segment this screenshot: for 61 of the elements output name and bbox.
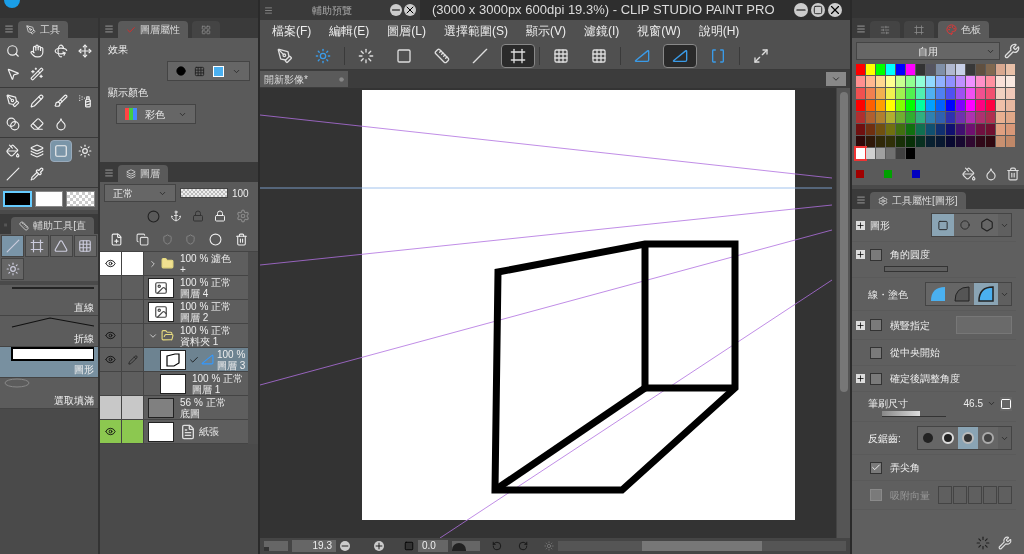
layer-mode-text: 100 % 正常 (180, 276, 232, 288)
panel-tab[interactable]: 輔助工具[直 (11, 217, 94, 234)
menu-item[interactable]: 選擇範圍(S) (444, 22, 508, 40)
property-label: 筆刷尺寸 (868, 397, 908, 411)
property-label: 角的圓度 (890, 248, 930, 262)
property-label: 弄尖角 (890, 461, 920, 475)
menu-item[interactable]: 檔案(F) (272, 22, 312, 40)
menu-item[interactable]: 濾鏡(I) (584, 22, 620, 40)
rotation-field[interactable]: 0.0 (418, 540, 448, 552)
panel-tab[interactable]: 圖層 (118, 165, 168, 182)
layer-name: 圖層 1 (192, 383, 222, 395)
brush-size-value: 46.5 (963, 397, 983, 411)
layer-mode-text: 100 % 正常 (180, 300, 232, 312)
sub-tool-item[interactable]: 直線 (0, 285, 98, 316)
opacity-value: 100 (232, 186, 249, 201)
panel-tab[interactable]: 圖層屬性 (118, 21, 188, 38)
layer-row[interactable]: 紙張 (100, 420, 248, 444)
sub-tool-item[interactable]: 折線 (0, 316, 98, 347)
property-label: 反鋸齒: (868, 431, 901, 446)
section-label: 效果 (108, 43, 129, 57)
menu-item[interactable]: 視窗(W) (637, 22, 681, 40)
panel-title: 輔助預覽 (311, 3, 352, 18)
panel-tab[interactable]: 工具屬性[圖形] (870, 192, 966, 209)
layer-mode-text: 100 % 濾色 (180, 252, 232, 264)
property-label: 圖形 (870, 218, 890, 233)
layer-row[interactable]: 56 % 正常 底圖 (100, 396, 248, 420)
zoom-field[interactable]: 19.3 (292, 540, 336, 552)
layer-row[interactable]: 100 % 正常 圖層 4 (100, 276, 248, 300)
layer-row[interactable]: 100 % 正常 資料夾 1 (100, 324, 248, 348)
layer-name: 圖層 2 (180, 311, 210, 323)
layer-mode-text: 100 % 正常 (180, 324, 232, 336)
layer-name: 資料夾 1 (180, 335, 220, 347)
property-label: 橫豎指定 (890, 318, 930, 333)
menu-item[interactable]: 顯示(V) (526, 22, 566, 40)
display-color-dropdown[interactable]: 彩色 (116, 104, 196, 124)
menu-item[interactable]: 圖層(L) (387, 22, 426, 40)
layer-name: 圖層 3 (217, 359, 246, 371)
property-label: 從中央開始 (890, 346, 940, 360)
layer-row[interactable]: 100 % 正常 圖層 2 (100, 300, 248, 324)
color-set-dropdown[interactable]: 自用 (856, 42, 1000, 60)
layer-name: + (180, 263, 187, 275)
layer-row[interactable]: 100 % 圖層 3 (100, 348, 248, 372)
menu-item[interactable]: 說明(H) (698, 22, 740, 40)
menu-item[interactable]: 編輯(E) (329, 22, 370, 40)
panel-tab[interactable]: 工具 (18, 21, 68, 38)
layer-row[interactable]: 100 % 正常 圖層 1 (100, 372, 248, 396)
sub-tool-item[interactable]: 選取填滿 (0, 378, 98, 409)
layer-name: 紙張 (199, 425, 219, 439)
layer-name: 底圖 (180, 407, 201, 419)
layer-mode-text: 100 % (217, 348, 246, 360)
property-label: 線・塗色 (868, 287, 908, 302)
window-title: (3000 x 3000px 600dpi 19.3%) - CLIP STUDIO PAINT PRO (432, 1, 775, 20)
property-label: 確定後調整角度 (890, 372, 960, 386)
layer-name: 圖層 4 (180, 287, 210, 299)
layer-mode-text: 56 % 正常 (180, 396, 226, 408)
layer-mode-text: 100 % 正常 (192, 372, 244, 384)
layer-row[interactable]: 100 % 濾色 + (100, 252, 248, 276)
blend-mode-dropdown[interactable]: 正常 (104, 184, 176, 202)
document-tab[interactable]: 開新影像* (260, 71, 348, 87)
section-label: 顯示顏色 (108, 86, 149, 100)
panel-tab[interactable]: 色板 (938, 21, 989, 38)
